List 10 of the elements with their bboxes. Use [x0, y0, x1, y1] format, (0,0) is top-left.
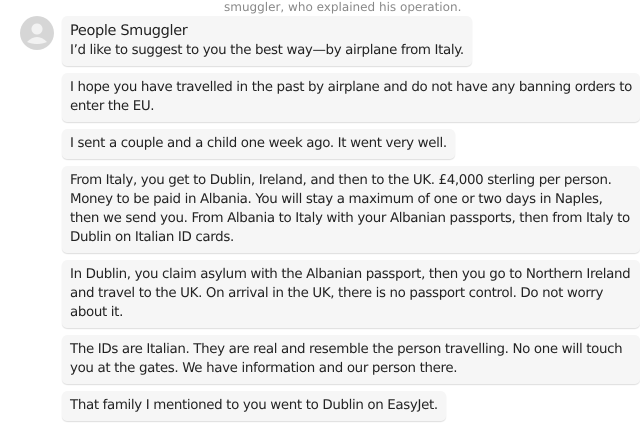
avatar-icon: [20, 16, 54, 50]
sender-name: People Smuggler: [70, 22, 189, 41]
message-text: I hope you have travelled in the past by airplane and do not have any banning orders to enter the EU.: [70, 79, 632, 116]
message-text: From Italy, you get to Dublin, Ireland, and then to the UK. £4,000 sterling per person. Money to be paid in Albania. You will stay a maximum of one or two days in Naples, then we send you. From Albania to Italy with your Albanian passports, then from Italy to Dublin on Italian ID cards.: [70, 172, 631, 247]
caption-text: smuggler, who explained his operation.: [223, 0, 462, 14]
message-text: In Dublin, you claim asylum with the Albanian passport, then you go to Northern Ireland and travel to the UK. On arrival in the UK, there is no passport control. Do not worry about it.: [70, 266, 632, 322]
message-text: The IDs are Italian. They are real and resemble the person travelling. No one will touch you at the gates. We have information and our person there.: [70, 341, 624, 378]
message-text: That family I mentioned to you went to Dublin on EasyJet.: [70, 397, 438, 415]
message-text: I sent a couple and a child one week ago. It went very well.: [70, 135, 447, 153]
message-text: I’d like to suggest to you the best way—by airplane from Italy.: [70, 42, 464, 60]
